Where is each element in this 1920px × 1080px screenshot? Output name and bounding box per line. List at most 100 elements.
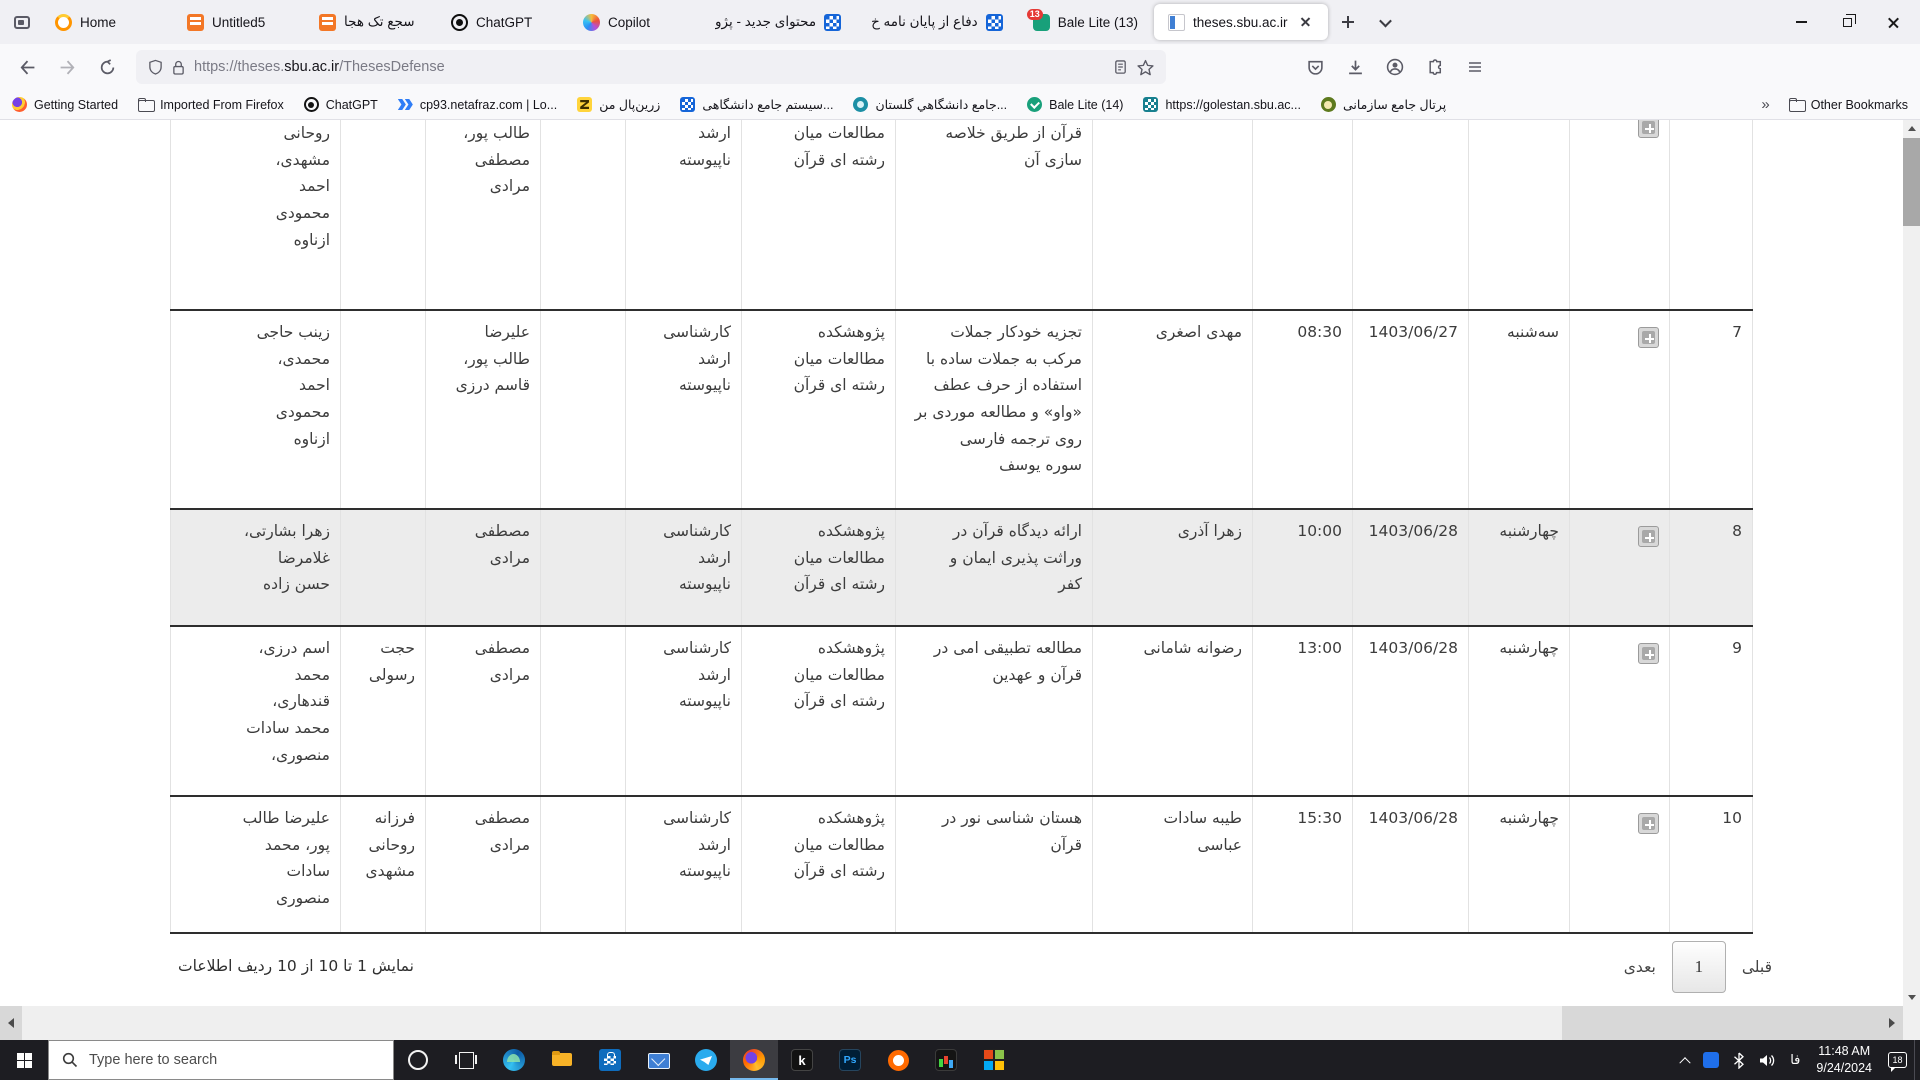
edge-icon xyxy=(503,1049,525,1071)
pocket-button[interactable] xyxy=(1298,50,1332,84)
show-desktop-button[interactable] xyxy=(1914,1040,1920,1080)
mail-taskbar-button[interactable] xyxy=(634,1040,682,1080)
back-button[interactable] xyxy=(10,50,44,84)
telegram-taskbar-button[interactable] xyxy=(682,1040,730,1080)
cell-advisor: فرزانه روحانی مشهدی xyxy=(341,796,426,933)
taskbar-search-box[interactable]: Type here to search xyxy=(48,1040,394,1080)
extensions-button[interactable] xyxy=(1418,50,1452,84)
tab-5[interactable]: محتوای جدید - پژو xyxy=(701,4,855,40)
restore-button[interactable] xyxy=(1824,0,1870,44)
vertical-scrollbar[interactable] xyxy=(1903,120,1920,1006)
cell-plus xyxy=(1570,796,1670,933)
firefox-icon xyxy=(743,1049,765,1071)
cell-title: تجزیه خودکار جملات مرکب به جملات ساده با… xyxy=(896,310,1093,509)
wave-taskbar-button[interactable] xyxy=(922,1040,970,1080)
triangle-up-icon xyxy=(1908,126,1916,131)
close-button[interactable] xyxy=(1870,0,1916,44)
expand-row-button[interactable] xyxy=(1638,643,1659,664)
bookmark-item-2[interactable]: ChatGPT xyxy=(304,97,378,112)
volume-button[interactable] xyxy=(1752,1040,1783,1080)
tab-active[interactable]: theses.sbu.ac.ir xyxy=(1154,4,1328,40)
bookmark-star-icon[interactable] xyxy=(1137,59,1154,76)
account-button[interactable] xyxy=(1378,50,1412,84)
cell-day: چهارشنبه xyxy=(1469,626,1570,796)
cell-supervisor: علیرضا طالب پور، قاسم درزی xyxy=(426,310,541,509)
tiles-taskbar-button[interactable] xyxy=(970,1040,1018,1080)
taskbar-clock[interactable]: 11:48 AM 9/24/2024 xyxy=(1807,1040,1881,1080)
double-chevron-icon: » xyxy=(1761,96,1768,113)
forward-button[interactable] xyxy=(50,50,84,84)
bookmark-item-1[interactable]: Imported From Firefox xyxy=(138,97,284,112)
new-tab-button[interactable] xyxy=(1331,5,1365,39)
bookmark-item-9[interactable]: پرتال جامع سازمانی xyxy=(1321,97,1446,112)
tab-0[interactable]: Home xyxy=(41,4,171,40)
bookmark-item-5[interactable]: سیستم جامع دانشگاهی... xyxy=(680,97,833,112)
bookmark-item-8[interactable]: https://golestan.sbu.ac... xyxy=(1143,97,1301,112)
firefox-taskbar-button[interactable] xyxy=(730,1040,778,1080)
bookmarks-overflow-button[interactable]: » xyxy=(1761,96,1768,113)
bookmark-item-0[interactable]: Getting Started xyxy=(12,97,118,112)
tab-6[interactable]: دفاع از پایان نامه خ xyxy=(857,4,1017,40)
tab-1[interactable]: Untitled5 xyxy=(173,4,303,40)
scroll-down-button[interactable] xyxy=(1903,989,1920,1006)
tab-3[interactable]: ChatGPT xyxy=(437,4,567,40)
tray-expand-button[interactable] xyxy=(1674,1040,1696,1080)
task-view-taskbar-button[interactable] xyxy=(442,1040,490,1080)
tray-app-button[interactable] xyxy=(1696,1040,1726,1080)
cell-advisor xyxy=(341,509,426,626)
edge-taskbar-button[interactable] xyxy=(490,1040,538,1080)
scroll-right-button[interactable] xyxy=(1881,1006,1903,1040)
vertical-scrollbar-thumb[interactable] xyxy=(1903,138,1920,226)
table-row-7: 7سه‌شنبه1403/06/2708:30مهدی اصغریتجزیه خ… xyxy=(171,310,1753,509)
scroll-left-button[interactable] xyxy=(0,1006,22,1040)
kite-taskbar-button[interactable]: k xyxy=(778,1040,826,1080)
tab-list-dropdown[interactable] xyxy=(1369,5,1403,39)
tab-4[interactable]: Copilot xyxy=(569,4,699,40)
tab-7[interactable]: 13Bale Lite (13) xyxy=(1019,4,1152,40)
photoshop-taskbar-button[interactable]: Ps xyxy=(826,1040,874,1080)
tab-2[interactable]: سجع تک هجا xyxy=(305,4,435,40)
cell-num: 10 xyxy=(1670,796,1753,933)
scroll-up-button[interactable] xyxy=(1903,120,1920,137)
next-page-link[interactable]: بعدی xyxy=(1624,958,1656,976)
orange-ring-taskbar-button[interactable] xyxy=(874,1040,922,1080)
cell-date: 1403/06/28 xyxy=(1353,796,1469,933)
expand-row-button[interactable] xyxy=(1638,120,1659,138)
menu-button[interactable] xyxy=(1458,50,1492,84)
cell-title: مطالعه تطبیقی امی در قرآن و عهدین xyxy=(896,626,1093,796)
cell-student: رضوانه شامانی xyxy=(1093,626,1253,796)
other-bookmarks-button[interactable]: Other Bookmarks xyxy=(1789,97,1908,112)
cell-plus xyxy=(1570,310,1670,509)
bookmark-item-7[interactable]: Bale Lite (14) xyxy=(1027,97,1123,112)
bookmark-label: Getting Started xyxy=(34,98,118,112)
cortana-taskbar-button[interactable] xyxy=(394,1040,442,1080)
bookmark-item-6[interactable]: جامع دانشگاهي گلستان... xyxy=(853,97,1007,112)
reader-mode-icon[interactable] xyxy=(1113,59,1128,75)
file-explorer-taskbar-button[interactable] xyxy=(538,1040,586,1080)
bluetooth-icon xyxy=(1733,1052,1745,1069)
firefox-view-button[interactable] xyxy=(4,4,40,40)
horizontal-scrollbar-thumb[interactable] xyxy=(22,1006,1562,1040)
firefox-view-icon xyxy=(14,16,30,29)
expand-row-button[interactable] xyxy=(1638,813,1659,834)
bookmark-item-3[interactable]: cp93.netafraz.com | Lo... xyxy=(398,97,557,112)
expand-row-button[interactable] xyxy=(1638,526,1659,547)
action-center-button[interactable]: 18 xyxy=(1881,1040,1914,1080)
language-indicator[interactable]: فا xyxy=(1783,1040,1807,1080)
folder-icon xyxy=(138,97,153,112)
cell-supervisor: مصطفی مرادی xyxy=(426,626,541,796)
start-button[interactable] xyxy=(0,1040,48,1080)
bookmark-item-4[interactable]: زرین‌پال من xyxy=(577,97,660,112)
horizontal-scrollbar[interactable] xyxy=(0,1006,1920,1040)
page-number-button[interactable]: 1 xyxy=(1672,941,1726,993)
bluetooth-button[interactable] xyxy=(1726,1040,1752,1080)
tab-label: Home xyxy=(80,15,116,30)
minimize-button[interactable] xyxy=(1778,0,1824,44)
reload-button[interactable] xyxy=(90,50,124,84)
prev-page-link[interactable]: قبلی xyxy=(1742,958,1772,976)
expand-row-button[interactable] xyxy=(1638,327,1659,348)
downloads-button[interactable] xyxy=(1338,50,1372,84)
store-taskbar-button[interactable] xyxy=(586,1040,634,1080)
url-bar[interactable]: https://theses.sbu.ac.ir/ThesesDefense xyxy=(136,50,1166,84)
tab-close-icon[interactable] xyxy=(1298,14,1314,30)
